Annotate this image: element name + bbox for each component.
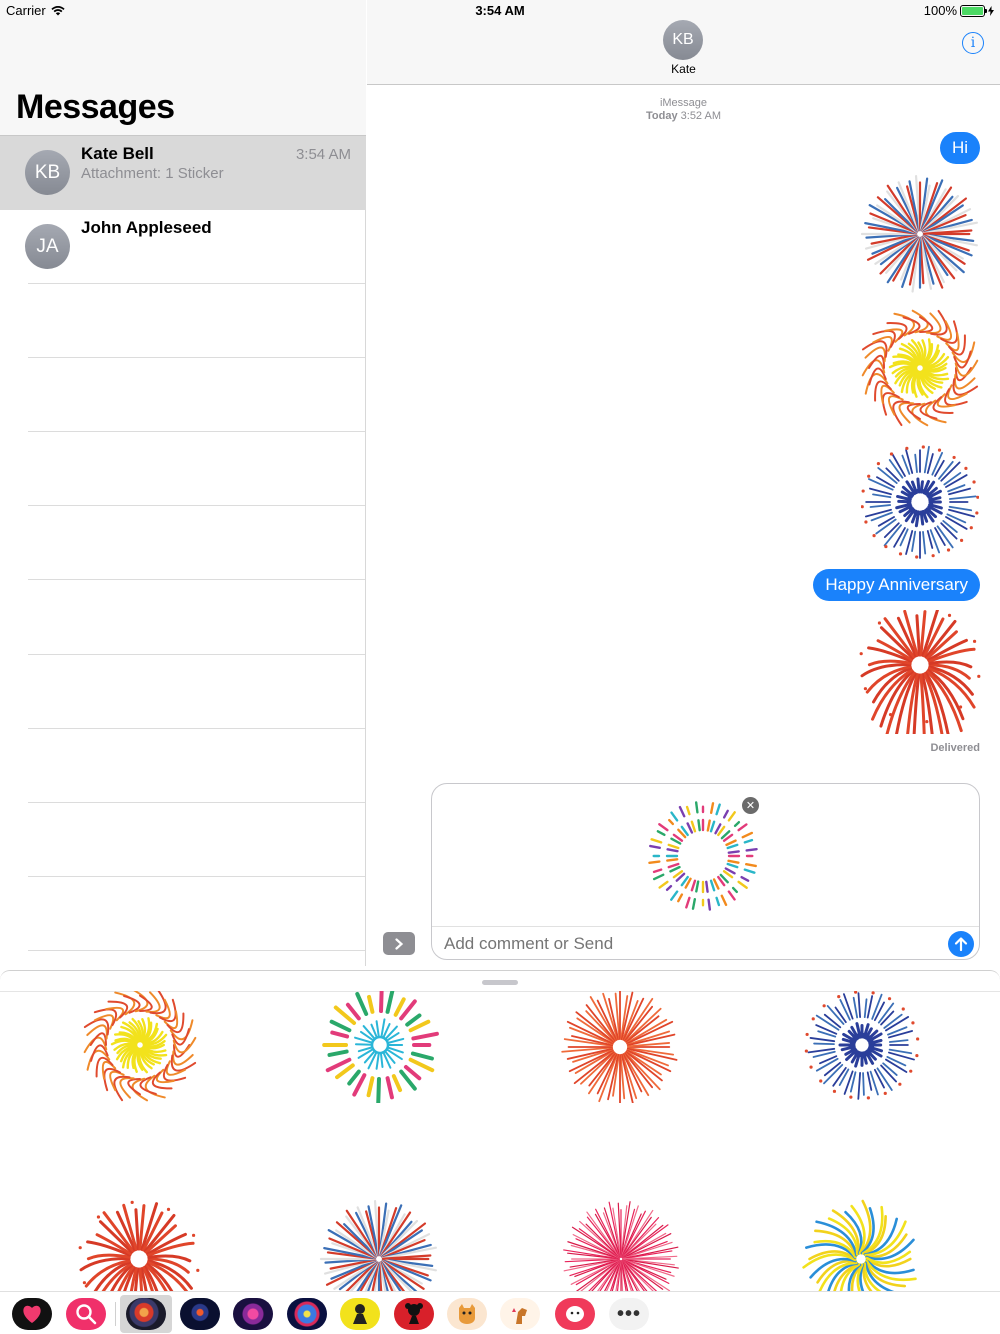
list-divider bbox=[28, 283, 365, 284]
conversation-list-panel: Messages KB Kate Bell Attachment: 1 Stic… bbox=[0, 0, 366, 966]
service-label: iMessage bbox=[659, 97, 708, 109]
sticker-red-white-blue-firework[interactable] bbox=[860, 172, 980, 296]
fireworks-app-icon bbox=[126, 1298, 166, 1330]
list-divider bbox=[28, 802, 365, 803]
sticker-drawer: ••• bbox=[0, 970, 1000, 1334]
app-dog-character[interactable] bbox=[500, 1298, 540, 1330]
more-apps-button[interactable]: ••• bbox=[609, 1298, 649, 1330]
app-search-images[interactable] bbox=[66, 1298, 106, 1330]
list-divider bbox=[28, 950, 365, 951]
battery-icon bbox=[960, 4, 987, 17]
avatar: JA bbox=[25, 224, 70, 269]
app-white-character[interactable] bbox=[555, 1298, 595, 1330]
character-icon bbox=[353, 1304, 367, 1324]
heart-icon bbox=[23, 1305, 41, 1323]
message-bubble[interactable]: Hi bbox=[939, 132, 980, 164]
info-icon: i bbox=[970, 35, 976, 51]
list-divider bbox=[28, 357, 365, 358]
status-time: 3:54 AM bbox=[475, 3, 525, 18]
app-heart-stickers[interactable] bbox=[12, 1298, 52, 1330]
conversation-name: John Appleseed bbox=[81, 218, 212, 237]
message-thread-panel: KB Kate i iMessage Today 3:52 AM Hi Happ… bbox=[367, 0, 1000, 966]
battery-area: 100% bbox=[924, 3, 994, 18]
sticker-grid-item-teal-pink-green[interactable] bbox=[318, 991, 442, 1103]
search-icon bbox=[76, 1304, 97, 1325]
app-fireworks-4[interactable] bbox=[287, 1298, 327, 1330]
thread-timestamp: iMessage Today 3:52 AM bbox=[367, 97, 1000, 123]
sticker-grid-item-pink-burst[interactable] bbox=[558, 1197, 684, 1291]
arrow-up-icon bbox=[954, 937, 968, 952]
sticker-grid-item-red-burst[interactable] bbox=[558, 991, 682, 1103]
send-button[interactable] bbox=[948, 931, 974, 957]
charging-bolt-icon bbox=[988, 5, 994, 16]
contact-avatar[interactable]: KB bbox=[663, 20, 703, 60]
app-red-character[interactable] bbox=[394, 1298, 434, 1330]
character-icon bbox=[405, 1303, 423, 1324]
message-bubble[interactable]: Happy Anniversary bbox=[813, 569, 980, 601]
remove-sticker-button[interactable]: ✕ bbox=[742, 797, 759, 814]
day-label: Today bbox=[646, 110, 678, 122]
cat-icon bbox=[459, 1304, 475, 1324]
sticker-grid-item-red-white-blue[interactable] bbox=[316, 1197, 442, 1291]
contact-name[interactable]: Kate bbox=[367, 62, 1000, 76]
conversation-row-john-appleseed[interactable]: JA John Appleseed bbox=[0, 210, 366, 284]
avatar: KB bbox=[25, 150, 70, 195]
close-icon: ✕ bbox=[745, 800, 756, 812]
sticker-yellow-red-swirl-firework[interactable] bbox=[859, 306, 981, 430]
expand-apps-button[interactable] bbox=[383, 932, 415, 955]
conversation-list-header: Messages bbox=[0, 0, 366, 136]
conversation-time: 3:54 AM bbox=[295, 146, 351, 163]
app-yellow-character[interactable] bbox=[340, 1298, 380, 1330]
conversation-name: Kate Bell bbox=[81, 144, 154, 163]
list-divider bbox=[28, 579, 365, 580]
app-fireworks-1[interactable] bbox=[120, 1295, 172, 1333]
sticker-grid-item-yellow-swirl[interactable] bbox=[78, 991, 202, 1103]
chevron-right-icon bbox=[395, 937, 404, 950]
battery-percent: 100% bbox=[923, 3, 957, 18]
delivered-status: Delivered bbox=[930, 742, 980, 754]
dock-divider bbox=[115, 1302, 116, 1326]
character-icon bbox=[566, 1306, 584, 1322]
list-divider bbox=[28, 505, 365, 506]
list-divider bbox=[28, 876, 365, 877]
sticker-red-willow-firework[interactable] bbox=[858, 610, 982, 734]
conversation-row-kate-bell[interactable]: KB Kate Bell Attachment: 1 Sticker 3:54 … bbox=[0, 136, 366, 210]
app-strip: ••• bbox=[0, 1291, 1000, 1334]
page-title: Messages bbox=[16, 88, 175, 126]
app-cat-character[interactable] bbox=[447, 1298, 487, 1330]
app-fireworks-3[interactable] bbox=[233, 1298, 273, 1330]
day-time: 3:52 AM bbox=[680, 110, 721, 122]
sticker-grid-item-blue-ring[interactable] bbox=[800, 991, 924, 1103]
status-bar: Carrier 3:54 AM 100% bbox=[0, 0, 1000, 20]
sticker-grid-item-yellow-blue-swirl[interactable] bbox=[798, 1197, 924, 1291]
drawer-grabber[interactable] bbox=[482, 980, 518, 985]
list-divider bbox=[28, 654, 365, 655]
conversation-preview: Attachment: 1 Sticker bbox=[81, 165, 224, 182]
info-button[interactable]: i bbox=[962, 32, 984, 54]
dog-icon bbox=[512, 1308, 527, 1324]
compose-divider bbox=[432, 926, 979, 927]
app-fireworks-2[interactable] bbox=[180, 1298, 220, 1330]
list-divider bbox=[28, 728, 365, 729]
sticker-blue-ring-firework[interactable] bbox=[861, 440, 979, 564]
compose-box: ✕ bbox=[431, 783, 980, 960]
sticker-grid-item-red-willow[interactable] bbox=[76, 1197, 202, 1291]
more-icon: ••• bbox=[616, 1302, 641, 1325]
list-divider bbox=[28, 431, 365, 432]
message-input[interactable] bbox=[444, 934, 924, 954]
